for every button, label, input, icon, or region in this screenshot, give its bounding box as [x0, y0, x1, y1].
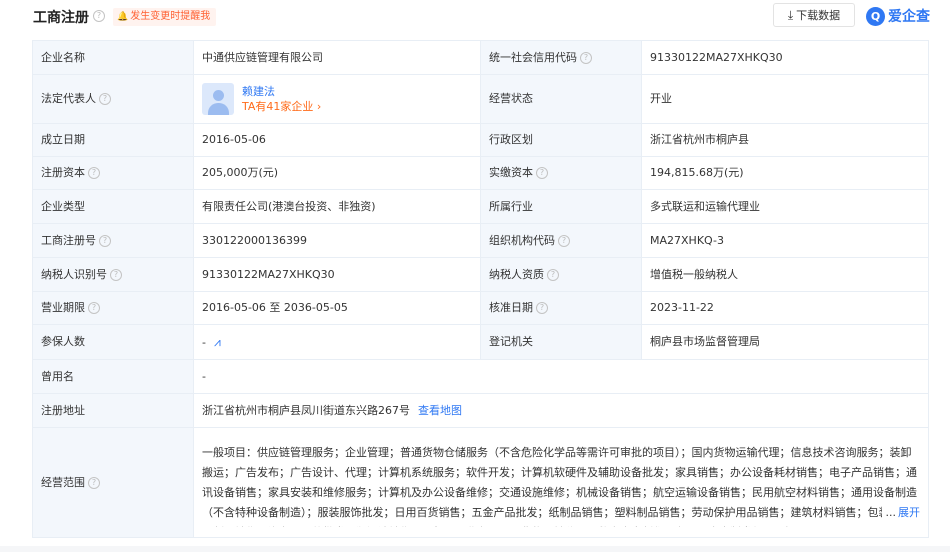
change-alert-label: 发生变更时提醒我	[130, 11, 211, 22]
help-icon[interactable]: ?	[93, 10, 105, 22]
former-name-value: -	[193, 359, 929, 394]
scope-text: 一般项目：供应链管理服务；企业管理；普通货物仓储服务（不含危险化学品等需许可审批…	[202, 445, 917, 527]
table-row: 工商注册号? 330122000136399 组织机构代码? MA27XHKQ-…	[32, 223, 929, 258]
download-icon: ⤓	[787, 8, 794, 22]
company-type-label: 企业类型	[32, 189, 194, 224]
org-code-label: 组织机构代码?	[480, 223, 642, 258]
term-label: 营业期限?	[32, 291, 194, 325]
help-icon[interactable]: ?	[536, 167, 548, 179]
approve-date-value: 2023-11-22	[641, 291, 929, 325]
taxpayer-id-value[interactable]: 91330122MA27XHKQ30	[193, 257, 481, 292]
download-label: 下载数据	[796, 9, 841, 22]
table-row: 成立日期 2016-05-06 行政区划 浙江省杭州市桐庐县	[32, 123, 929, 157]
term-value: 2016-05-06 至 2036-05-05	[193, 291, 481, 325]
status-value: 开业	[641, 74, 929, 124]
status-label: 经营状态	[480, 74, 642, 124]
help-icon[interactable]: ?	[88, 476, 100, 489]
bell-icon: 🔔	[117, 12, 129, 22]
insured-label: 参保人数	[32, 324, 194, 360]
legal-rep-label: 法定代表人?	[32, 74, 194, 124]
help-icon[interactable]: ?	[110, 268, 122, 281]
registration-table: 企业名称 中通供应链管理有限公司 统一社会信用代码? 91330122MA27X…	[32, 40, 929, 538]
trend-chart-icon[interactable]: ⩘	[214, 335, 221, 349]
help-icon[interactable]: ?	[580, 51, 592, 64]
help-icon[interactable]: ?	[88, 302, 100, 314]
paid-capital-label: 实缴资本?	[480, 156, 642, 190]
help-icon[interactable]: ?	[88, 167, 100, 179]
org-code-value[interactable]: MA27XHKQ-3	[641, 223, 929, 258]
download-data-button[interactable]: ⤓ 下载数据	[773, 3, 855, 27]
reg-number-label: 工商注册号?	[32, 223, 194, 258]
company-name-label: 企业名称	[32, 40, 194, 75]
reg-capital-label: 注册资本?	[32, 156, 194, 190]
table-row: 企业类型 有限责任公司(港澳台投资、非独资) 所属行业 多式联运和运输代理业	[32, 189, 929, 224]
legal-rep-companies-link[interactable]: TA有41家企业 ›	[242, 99, 321, 114]
help-icon[interactable]: ?	[547, 268, 559, 281]
former-name-label: 曾用名	[32, 359, 194, 394]
help-icon[interactable]: ?	[99, 93, 111, 105]
table-row: 企业名称 中通供应链管理有限公司 统一社会信用代码? 91330122MA27X…	[32, 40, 929, 75]
credit-code-value[interactable]: 91330122MA27XHKQ30	[641, 40, 929, 75]
reg-number-value[interactable]: 330122000136399	[193, 223, 481, 258]
region-value: 浙江省杭州市桐庐县	[641, 123, 929, 157]
view-map-link[interactable]: 查看地图	[418, 404, 462, 417]
taxpayer-type-label: 纳税人资质?	[480, 257, 642, 292]
bottom-divider	[0, 546, 950, 552]
authority-label: 登记机关	[480, 324, 642, 360]
company-type-value: 有限责任公司(港澳台投资、非独资)	[193, 189, 481, 224]
address-value: 浙江省杭州市桐庐县凤川街道东兴路267号 查看地图	[193, 393, 929, 428]
scope-value: 一般项目：供应链管理服务；企业管理；普通货物仓储服务（不含危险化学品等需许可审批…	[193, 427, 929, 538]
table-row: 注册资本? 205,000万(元) 实缴资本? 194,815.68万(元)	[32, 156, 929, 190]
table-row: 营业期限? 2016-05-06 至 2036-05-05 核准日期? 2023…	[32, 291, 929, 325]
industry-value: 多式联运和运输代理业	[641, 189, 929, 224]
avatar[interactable]	[202, 83, 234, 115]
scope-label: 经营范围?	[32, 427, 194, 538]
change-alert-button[interactable]: 🔔 发生变更时提醒我	[113, 8, 217, 26]
table-row: 经营范围? 一般项目：供应链管理服务；企业管理；普通货物仓储服务（不含危险化学品…	[32, 427, 929, 538]
table-row: 曾用名 -	[32, 359, 929, 394]
industry-label: 所属行业	[480, 189, 642, 224]
help-icon[interactable]: ?	[99, 234, 111, 247]
address-label: 注册地址	[32, 393, 194, 428]
authority-value: 桐庐县市场监督管理局	[641, 324, 929, 360]
credit-code-label: 统一社会信用代码?	[480, 40, 642, 75]
expand-link[interactable]: ... 展开	[881, 502, 920, 523]
legal-rep-value: 赖建法 TA有41家企业 ›	[193, 74, 481, 124]
table-row: 参保人数 - ⩘ 登记机关 桐庐县市场监督管理局	[32, 324, 929, 360]
table-row: 法定代表人? 赖建法 TA有41家企业 › 经营状态 开业	[32, 74, 929, 124]
section-title: 工商注册	[33, 10, 89, 26]
reg-capital-value: 205,000万(元)	[193, 156, 481, 190]
region-label: 行政区划	[480, 123, 642, 157]
paid-capital-value: 194,815.68万(元)	[641, 156, 929, 190]
brand-mark-icon: Q	[866, 6, 885, 26]
help-icon[interactable]: ?	[558, 234, 570, 247]
table-row: 纳税人识别号? 91330122MA27XHKQ30 纳税人资质? 增值税一般纳…	[32, 257, 929, 292]
help-icon[interactable]: ?	[536, 302, 548, 314]
legal-rep-name-link[interactable]: 赖建法	[242, 84, 321, 99]
taxpayer-id-label: 纳税人识别号?	[32, 257, 194, 292]
chevron-right-icon: ›	[316, 100, 322, 113]
approve-date-label: 核准日期?	[480, 291, 642, 325]
taxpayer-type-value: 增值税一般纳税人	[641, 257, 929, 292]
section-header: 工商注册 ? 🔔 发生变更时提醒我 ⤓ 下载数据 Q 爱企查	[0, 0, 950, 34]
company-name-value[interactable]: 中通供应链管理有限公司	[193, 40, 481, 75]
brand-name: 爱企查	[888, 9, 930, 25]
founded-label: 成立日期	[32, 123, 194, 157]
brand-logo: Q 爱企查	[866, 5, 930, 27]
table-row: 注册地址 浙江省杭州市桐庐县凤川街道东兴路267号 查看地图	[32, 393, 929, 428]
insured-value: - ⩘	[193, 324, 481, 360]
founded-value: 2016-05-06	[193, 123, 481, 157]
